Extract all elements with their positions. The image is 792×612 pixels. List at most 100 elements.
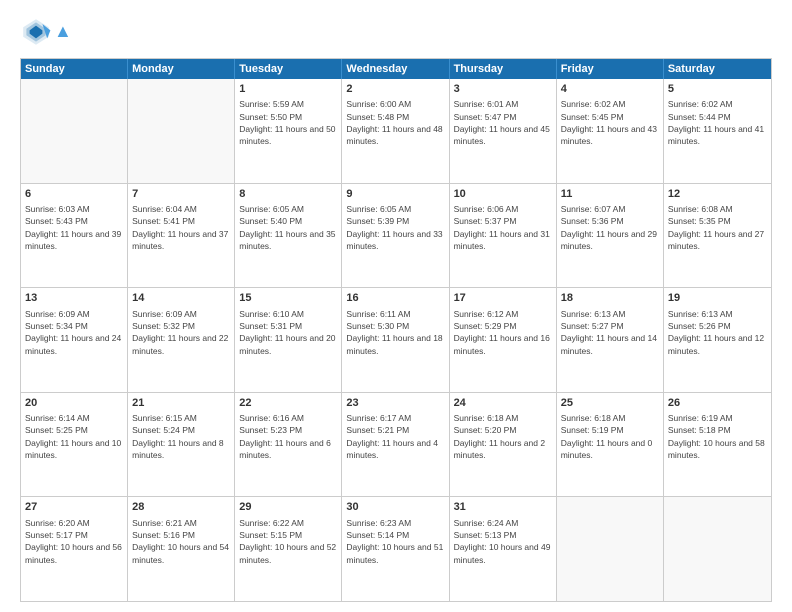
cell-content: Sunrise: 6:01 AM Sunset: 5:47 PM Dayligh…	[454, 98, 552, 147]
cell-content: Sunrise: 6:02 AM Sunset: 5:45 PM Dayligh…	[561, 98, 659, 147]
calendar-cell: 12Sunrise: 6:08 AM Sunset: 5:35 PM Dayli…	[664, 184, 771, 288]
day-number: 1	[239, 82, 337, 97]
day-number: 13	[25, 291, 123, 306]
day-number: 8	[239, 187, 337, 202]
calendar-cell: 14 Sunrise: 6:09 AM Sunset: 5:32 PM Dayli…	[128, 288, 235, 392]
calendar-cell: 29Sunrise: 6:22 AM Sunset: 5:15 PM Dayli…	[235, 497, 342, 601]
weekday-header: Wednesday	[342, 59, 449, 79]
cell-content: Sunrise: 6:09 AM Sunset: 5:32 PM Dayligh…	[132, 308, 230, 357]
cell-content: Sunrise: 6:13 AM Sunset: 5:26 PM Dayligh…	[668, 308, 767, 357]
day-number: 24	[454, 396, 552, 411]
day-number: 5	[668, 82, 767, 97]
cell-content: Sunrise: 6:21 AM Sunset: 5:16 PM Dayligh…	[132, 517, 230, 566]
cell-content: Sunrise: 6:07 AM Sunset: 5:36 PM Dayligh…	[561, 203, 659, 252]
calendar-cell: 17 Sunrise: 6:12 AM Sunset: 5:29 PM Dayli…	[450, 288, 557, 392]
calendar-cell: 31 Sunrise: 6:24 AM Sunset: 5:13 PM Dayli…	[450, 497, 557, 601]
calendar-cell: 5Sunrise: 6:02 AM Sunset: 5:44 PM Daylig…	[664, 79, 771, 183]
calendar-cell	[557, 497, 664, 601]
calendar-cell	[128, 79, 235, 183]
day-number: 14	[132, 291, 230, 306]
weekday-header: Sunday	[21, 59, 128, 79]
day-number: 4	[561, 82, 659, 97]
calendar-cell: 4Sunrise: 6:02 AM Sunset: 5:45 PM Daylig…	[557, 79, 664, 183]
day-number: 30	[346, 500, 444, 515]
calendar-cell	[664, 497, 771, 601]
weekday-header: Monday	[128, 59, 235, 79]
cell-content: Sunrise: 6:03 AM Sunset: 5:43 PM Dayligh…	[25, 203, 123, 252]
cell-content: Sunrise: 6:02 AM Sunset: 5:44 PM Dayligh…	[668, 98, 767, 147]
calendar-cell: 9Sunrise: 6:05 AM Sunset: 5:39 PM Daylig…	[342, 184, 449, 288]
calendar-cell: 7Sunrise: 6:04 AM Sunset: 5:41 PM Daylig…	[128, 184, 235, 288]
calendar-cell: 26Sunrise: 6:19 AM Sunset: 5:18 PM Dayli…	[664, 393, 771, 497]
cell-content: Sunrise: 6:23 AM Sunset: 5:14 PM Dayligh…	[346, 517, 444, 566]
day-number: 17	[454, 291, 552, 306]
day-number: 15	[239, 291, 337, 306]
day-number: 18	[561, 291, 659, 306]
calendar-cell: 18 Sunrise: 6:13 AM Sunset: 5:27 PM Dayli…	[557, 288, 664, 392]
calendar-cell: 2Sunrise: 6:00 AM Sunset: 5:48 PM Daylig…	[342, 79, 449, 183]
calendar-cell: 16 Sunrise: 6:11 AM Sunset: 5:30 PM Dayli…	[342, 288, 449, 392]
cell-content: Sunrise: 6:10 AM Sunset: 5:31 PM Dayligh…	[239, 308, 337, 357]
logo-text: ▲	[54, 21, 72, 43]
day-number: 10	[454, 187, 552, 202]
cell-content: Sunrise: 5:59 AM Sunset: 5:50 PM Dayligh…	[239, 98, 337, 147]
day-number: 20	[25, 396, 123, 411]
day-number: 19	[668, 291, 767, 306]
day-number: 2	[346, 82, 444, 97]
calendar-cell: 21Sunrise: 6:15 AM Sunset: 5:24 PM Dayli…	[128, 393, 235, 497]
cell-content: Sunrise: 6:08 AM Sunset: 5:35 PM Dayligh…	[668, 203, 767, 252]
cell-content: Sunrise: 6:04 AM Sunset: 5:41 PM Dayligh…	[132, 203, 230, 252]
header: ▲	[20, 16, 772, 48]
cell-content: Sunrise: 6:05 AM Sunset: 5:39 PM Dayligh…	[346, 203, 444, 252]
cell-content: Sunrise: 6:18 AM Sunset: 5:20 PM Dayligh…	[454, 412, 552, 461]
calendar-cell: 30 Sunrise: 6:23 AM Sunset: 5:14 PM Dayli…	[342, 497, 449, 601]
calendar-cell: 25Sunrise: 6:18 AM Sunset: 5:19 PM Dayli…	[557, 393, 664, 497]
calendar-row: 20Sunrise: 6:14 AM Sunset: 5:25 PM Dayli…	[21, 392, 771, 497]
day-number: 23	[346, 396, 444, 411]
day-number: 16	[346, 291, 444, 306]
page: ▲ SundayMondayTuesdayWednesdayThursdayFr…	[0, 0, 792, 612]
cell-content: Sunrise: 6:20 AM Sunset: 5:17 PM Dayligh…	[25, 517, 123, 566]
calendar-row: 1Sunrise: 5:59 AM Sunset: 5:50 PM Daylig…	[21, 79, 771, 183]
logo-icon	[20, 16, 52, 48]
cell-content: Sunrise: 6:24 AM Sunset: 5:13 PM Dayligh…	[454, 517, 552, 566]
calendar-cell: 28 Sunrise: 6:21 AM Sunset: 5:16 PM Dayli…	[128, 497, 235, 601]
calendar: SundayMondayTuesdayWednesdayThursdayFrid…	[20, 58, 772, 602]
cell-content: Sunrise: 6:09 AM Sunset: 5:34 PM Dayligh…	[25, 308, 123, 357]
weekday-header: Friday	[557, 59, 664, 79]
calendar-row: 27 Sunrise: 6:20 AM Sunset: 5:17 PM Dayli…	[21, 496, 771, 601]
calendar-cell: 1Sunrise: 5:59 AM Sunset: 5:50 PM Daylig…	[235, 79, 342, 183]
cell-content: Sunrise: 6:12 AM Sunset: 5:29 PM Dayligh…	[454, 308, 552, 357]
day-number: 25	[561, 396, 659, 411]
calendar-row: 6Sunrise: 6:03 AM Sunset: 5:43 PM Daylig…	[21, 183, 771, 288]
logo: ▲	[20, 16, 72, 48]
cell-content: Sunrise: 6:11 AM Sunset: 5:30 PM Dayligh…	[346, 308, 444, 357]
calendar-cell: 20Sunrise: 6:14 AM Sunset: 5:25 PM Dayli…	[21, 393, 128, 497]
cell-content: Sunrise: 6:18 AM Sunset: 5:19 PM Dayligh…	[561, 412, 659, 461]
calendar-row: 13 Sunrise: 6:09 AM Sunset: 5:34 PM Dayli…	[21, 287, 771, 392]
calendar-cell: 23Sunrise: 6:17 AM Sunset: 5:21 PM Dayli…	[342, 393, 449, 497]
day-number: 22	[239, 396, 337, 411]
cell-content: Sunrise: 6:06 AM Sunset: 5:37 PM Dayligh…	[454, 203, 552, 252]
cell-content: Sunrise: 6:15 AM Sunset: 5:24 PM Dayligh…	[132, 412, 230, 461]
calendar-cell: 24Sunrise: 6:18 AM Sunset: 5:20 PM Dayli…	[450, 393, 557, 497]
calendar-cell: 6Sunrise: 6:03 AM Sunset: 5:43 PM Daylig…	[21, 184, 128, 288]
cell-content: Sunrise: 6:05 AM Sunset: 5:40 PM Dayligh…	[239, 203, 337, 252]
calendar-cell: 8Sunrise: 6:05 AM Sunset: 5:40 PM Daylig…	[235, 184, 342, 288]
cell-content: Sunrise: 6:13 AM Sunset: 5:27 PM Dayligh…	[561, 308, 659, 357]
cell-content: Sunrise: 6:19 AM Sunset: 5:18 PM Dayligh…	[668, 412, 767, 461]
day-number: 9	[346, 187, 444, 202]
day-number: 3	[454, 82, 552, 97]
cell-content: Sunrise: 6:00 AM Sunset: 5:48 PM Dayligh…	[346, 98, 444, 147]
calendar-cell: 27 Sunrise: 6:20 AM Sunset: 5:17 PM Dayli…	[21, 497, 128, 601]
day-number: 28	[132, 500, 230, 515]
day-number: 7	[132, 187, 230, 202]
calendar-body: 1Sunrise: 5:59 AM Sunset: 5:50 PM Daylig…	[21, 79, 771, 601]
day-number: 31	[454, 500, 552, 515]
weekday-header: Thursday	[450, 59, 557, 79]
day-number: 27	[25, 500, 123, 515]
calendar-cell: 13 Sunrise: 6:09 AM Sunset: 5:34 PM Dayli…	[21, 288, 128, 392]
weekday-header: Tuesday	[235, 59, 342, 79]
calendar-cell: 22Sunrise: 6:16 AM Sunset: 5:23 PM Dayli…	[235, 393, 342, 497]
calendar-cell: 3Sunrise: 6:01 AM Sunset: 5:47 PM Daylig…	[450, 79, 557, 183]
